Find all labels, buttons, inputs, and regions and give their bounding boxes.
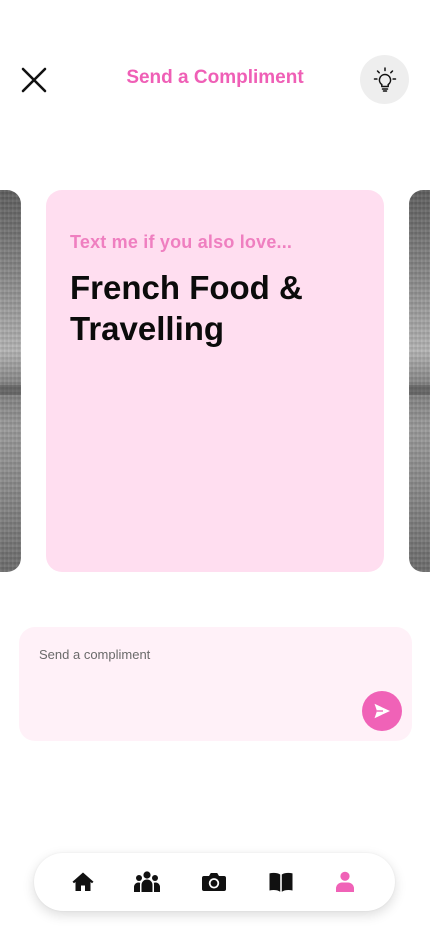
nav-item-camera[interactable] [199,868,229,896]
card-texture [0,385,21,395]
nav-item-journal[interactable] [266,868,296,896]
prompt-card: Text me if you also love... French Food … [46,190,384,572]
camera-icon [202,873,226,891]
next-card-preview[interactable] [409,190,430,572]
card-texture [409,385,430,395]
previous-card-preview[interactable] [0,190,21,572]
send-icon [374,703,390,719]
compliment-input[interactable] [39,647,359,662]
book-icon [269,872,293,892]
tips-button[interactable] [360,55,409,104]
nav-item-groups[interactable] [132,868,162,896]
bottom-nav [34,853,395,911]
profile-icon [336,871,354,892]
compliment-composer [19,627,412,741]
send-button[interactable] [362,691,402,731]
card-prompt: Text me if you also love... [70,232,293,252]
nav-item-profile[interactable] [330,868,360,896]
home-icon [72,872,94,891]
nav-item-home[interactable] [68,868,98,896]
card-answer: French Food & Travelling [70,269,303,347]
lightbulb-icon [373,66,396,92]
people-icon [133,871,161,892]
